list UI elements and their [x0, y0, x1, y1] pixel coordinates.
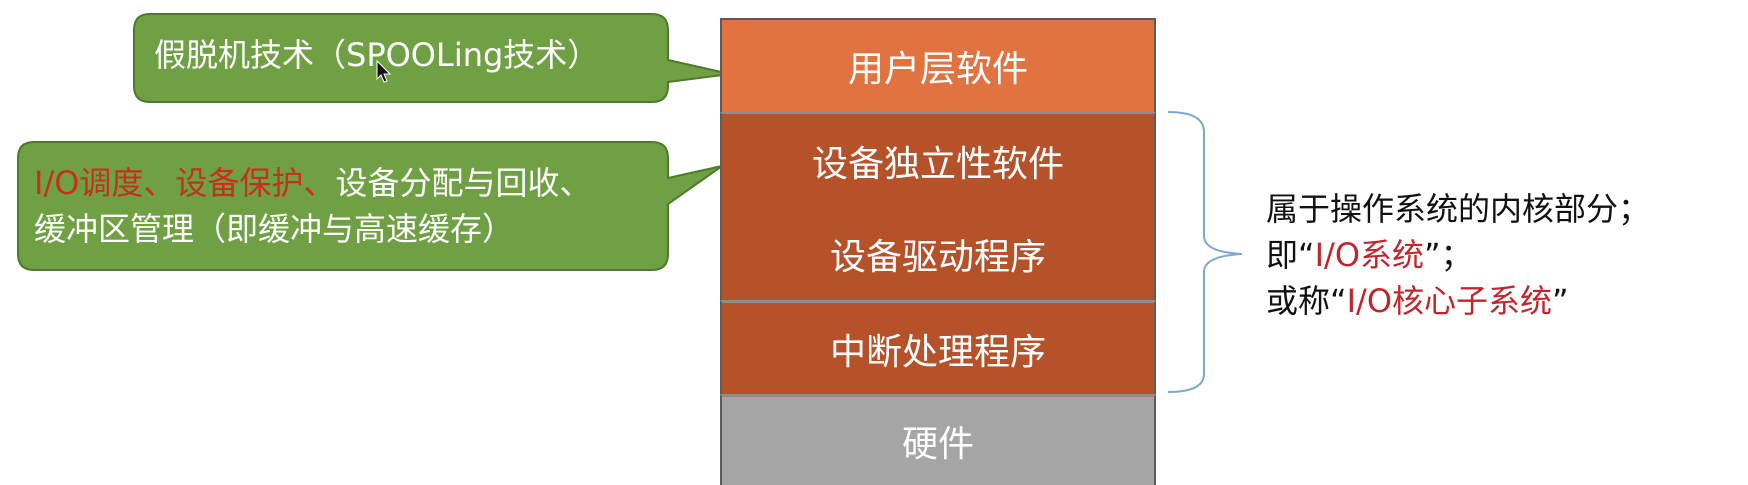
user-layer-software: 用户层软件 [720, 18, 1156, 112]
device-driver: 设备驱动程序 [830, 207, 1046, 300]
kernel-note-line-3-suffix: ” [1552, 282, 1569, 320]
kernel-brace [1167, 111, 1243, 393]
device-driver-label: 设备驱动程序 [829, 236, 1046, 278]
interrupt-handler-layer: 中断处理程序 [720, 300, 1156, 394]
device-independent-label: 设备独立性软件 [811, 143, 1064, 185]
device-layers-block: 设备独立性软件 设备驱动程序 [720, 112, 1156, 300]
io-system-term: I/O系统 [1314, 236, 1425, 274]
io-functions-callout-text: I/O调度、设备保护、设备分配与回收、 缓冲区管理（即缓冲与高速缓存） [34, 160, 591, 252]
kernel-note-line-2-suffix: ”； [1424, 236, 1473, 274]
io-software-layers-diagram: 用户层软件 设备独立性软件 设备驱动程序 中断处理程序 硬件 假脱机技术（SPO… [0, 0, 1748, 485]
user-layer-label: 用户层软件 [847, 49, 1028, 90]
device-protection-text: 设备保护、 [175, 164, 336, 202]
interrupt-handler-label: 中断处理程序 [829, 331, 1046, 373]
kernel-note-line-3-prefix: 或称“ [1266, 282, 1347, 320]
io-core-subsystem-term: I/O核心子系统 [1346, 282, 1553, 320]
hardware-label: 硬件 [901, 424, 974, 465]
kernel-note-line-1: 属于操作系统的内核部分； [1266, 190, 1651, 228]
kernel-note: 属于操作系统的内核部分； 即“I/O系统”； 或称“I/O核心子系统” [1266, 186, 1650, 324]
io-functions-line-1: I/O调度、设备保护、设备分配与回收、 [34, 160, 591, 206]
device-allocation-text: 设备分配与回收、 [335, 164, 592, 202]
kernel-note-line-2-prefix: 即“ [1266, 236, 1315, 274]
io-scheduling-text: I/O调度、 [34, 164, 176, 202]
kernel-note-line-3: 或称“I/O核心子系统” [1266, 278, 1650, 324]
device-independent-software: 设备独立性软件 [812, 114, 1064, 207]
io-functions-line-2: 缓冲区管理（即缓冲与高速缓存） [34, 210, 515, 248]
kernel-note-line-2: 即“I/O系统”； [1266, 232, 1650, 278]
mouse-pointer-icon [376, 60, 392, 83]
hardware-layer: 硬件 [720, 394, 1156, 485]
